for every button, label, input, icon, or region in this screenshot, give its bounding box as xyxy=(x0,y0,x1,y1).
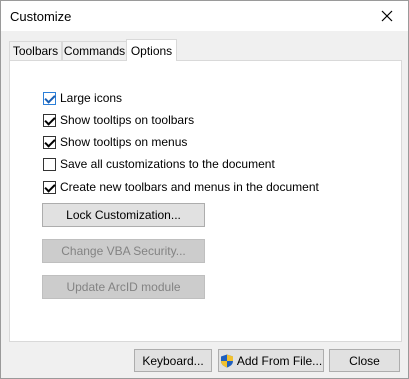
close-window-button[interactable] xyxy=(372,3,402,29)
button-label: Add From File... xyxy=(236,353,323,368)
keyboard-button[interactable]: Keyboard... xyxy=(134,349,212,372)
option-label: Large icons xyxy=(60,91,123,105)
options-panel: Large icons Show tooltips on toolbars Sh… xyxy=(9,60,402,342)
option-save-customizations[interactable]: Save all customizations to the document xyxy=(43,156,275,172)
title-bar: Customize xyxy=(1,1,408,31)
tab-label: Toolbars xyxy=(12,44,59,58)
option-create-toolbars[interactable]: Create new toolbars and menus in the doc… xyxy=(43,179,319,195)
window-title: Customize xyxy=(10,9,72,24)
button-label: Keyboard... xyxy=(142,353,204,368)
option-label: Create new toolbars and menus in the doc… xyxy=(60,180,319,194)
large-icons-checkbox[interactable] xyxy=(43,91,56,105)
create-toolbars-checkbox[interactable] xyxy=(43,180,56,194)
add-from-file-button[interactable]: Add From File... xyxy=(218,349,324,372)
lock-customization-button[interactable]: Lock Customization... xyxy=(42,203,205,227)
tab-label: Commands xyxy=(63,44,126,58)
option-large-icons[interactable]: Large icons xyxy=(43,90,122,106)
update-arcid-button[interactable]: Update ArcID module xyxy=(42,275,205,299)
option-label: Show tooltips on menus xyxy=(60,135,188,149)
tab-commands[interactable]: Commands xyxy=(62,41,127,60)
tooltips-toolbars-checkbox[interactable] xyxy=(43,113,56,127)
button-label: Change VBA Security... xyxy=(61,244,186,258)
option-tooltips-toolbars[interactable]: Show tooltips on toolbars xyxy=(43,112,194,128)
button-label: Lock Customization... xyxy=(66,208,181,222)
tab-options[interactable]: Options xyxy=(126,39,177,61)
option-label: Show tooltips on toolbars xyxy=(60,113,195,127)
option-label: Save all customizations to the document xyxy=(60,157,275,171)
tab-toolbars[interactable]: Toolbars xyxy=(9,41,62,60)
button-label: Close xyxy=(349,353,380,368)
shield-icon xyxy=(220,354,233,367)
save-customizations-checkbox[interactable] xyxy=(43,157,56,171)
option-tooltips-menus[interactable]: Show tooltips on menus xyxy=(43,134,187,150)
change-vba-security-button[interactable]: Change VBA Security... xyxy=(42,239,205,263)
button-label: Update ArcID module xyxy=(66,280,181,294)
close-icon xyxy=(381,10,393,22)
tab-label: Options xyxy=(130,43,173,58)
customize-dialog: Customize Toolbars Commands Options Larg… xyxy=(0,0,409,379)
tooltips-menus-checkbox[interactable] xyxy=(43,135,56,149)
close-button[interactable]: Close xyxy=(329,349,400,372)
